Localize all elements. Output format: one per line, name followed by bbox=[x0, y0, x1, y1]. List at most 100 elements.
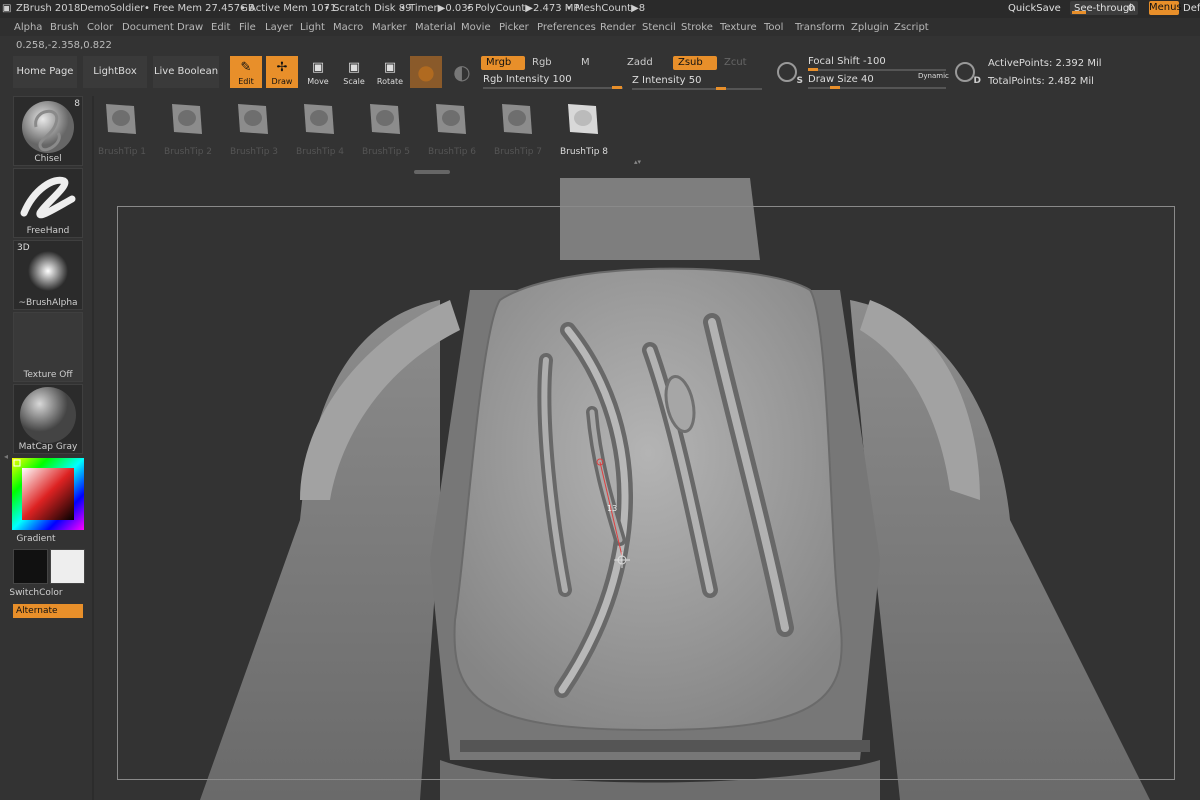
menu-material[interactable]: Material bbox=[415, 22, 456, 33]
zcut-toggle[interactable]: Zcut bbox=[719, 56, 752, 70]
menu-transform[interactable]: Transform bbox=[795, 22, 845, 33]
menu-brush[interactable]: Brush bbox=[50, 22, 79, 33]
move-button[interactable]: ▣ Move bbox=[302, 56, 334, 88]
menu-picker[interactable]: Picker bbox=[499, 22, 529, 33]
draw-size-fill bbox=[830, 86, 840, 89]
tips-expand-icon[interactable]: ▴▾ bbox=[634, 158, 641, 166]
menu-texture[interactable]: Texture bbox=[720, 22, 757, 33]
brush-tip-5[interactable] bbox=[366, 100, 402, 136]
menu-file[interactable]: File bbox=[239, 22, 256, 33]
tips-scroll-handle[interactable] bbox=[414, 170, 450, 174]
alpha-3d-label: 3D bbox=[17, 243, 30, 253]
material-sphere-icon: ● bbox=[417, 60, 435, 84]
menu-light[interactable]: Light bbox=[300, 22, 325, 33]
menu-zscript[interactable]: Zscript bbox=[894, 22, 929, 33]
secondary-color-swatch[interactable] bbox=[50, 549, 85, 584]
color-picker-icon bbox=[12, 458, 84, 530]
brush-tip-6[interactable] bbox=[432, 100, 468, 136]
menu-marker[interactable]: Marker bbox=[372, 22, 407, 33]
tray-collapse-icon[interactable]: ◂ bbox=[4, 452, 8, 461]
brush-tip-8[interactable] bbox=[564, 100, 600, 136]
brush-label: Chisel bbox=[34, 154, 62, 164]
rotate-icon: ▣ bbox=[383, 60, 397, 75]
brush-tip-label: BrushTip 3 bbox=[230, 147, 278, 157]
live-boolean-button[interactable]: Live Boolean bbox=[153, 56, 219, 88]
lightbox-button[interactable]: LightBox bbox=[83, 56, 147, 88]
see-through-slider[interactable]: See-through 0 bbox=[1070, 1, 1138, 15]
edit-button[interactable]: ✎ Edit bbox=[230, 56, 262, 88]
brush-tip-label: BrushTip 7 bbox=[494, 147, 542, 157]
z-intensity-slider[interactable]: Z Intensity 50 bbox=[632, 75, 701, 86]
draw-icon: ✢ bbox=[276, 60, 288, 75]
brush-tip-icon bbox=[568, 104, 598, 134]
material-label: MatCap Gray bbox=[18, 442, 78, 452]
freehand-stroke-icon bbox=[20, 176, 76, 219]
menu-render[interactable]: Render bbox=[600, 22, 636, 33]
scale-label: Scale bbox=[343, 77, 365, 86]
dynamic-toggle[interactable]: Dynamic bbox=[918, 72, 949, 80]
color-sphere-button[interactable]: ◐ bbox=[446, 56, 478, 88]
gradient-label[interactable]: Gradient bbox=[0, 534, 78, 544]
title-bar: ▣ ZBrush 2018 DemoSoldier • Free Mem 27.… bbox=[0, 0, 1200, 18]
brush-tip-1[interactable] bbox=[102, 100, 138, 136]
menu-bar: Alpha Brush Color Document Draw Edit File Layer… bbox=[0, 18, 1200, 36]
focal-shift-slider[interactable]: Focal Shift -100 bbox=[808, 56, 886, 67]
menus-button[interactable]: Menus bbox=[1149, 1, 1182, 15]
menu-color[interactable]: Color bbox=[87, 22, 113, 33]
color-picker[interactable] bbox=[12, 458, 84, 530]
menu-layer[interactable]: Layer bbox=[265, 22, 293, 33]
menu-edit[interactable]: Edit bbox=[211, 22, 230, 33]
focal-shift-track bbox=[808, 69, 946, 71]
rotate-button[interactable]: ▣ Rotate bbox=[374, 56, 406, 88]
brush-tip-3[interactable] bbox=[234, 100, 270, 136]
menu-stencil[interactable]: Stencil bbox=[642, 22, 676, 33]
switch-color-button[interactable]: SwitchColor bbox=[0, 588, 78, 598]
rgb-intensity-slider[interactable]: Rgb Intensity 100 bbox=[483, 74, 572, 85]
mrgb-toggle[interactable]: Mrgb bbox=[481, 56, 525, 70]
left-tray-divider bbox=[92, 96, 94, 800]
draw-label: Draw bbox=[271, 77, 293, 86]
quicksave-button[interactable]: QuickSave bbox=[1008, 3, 1061, 14]
menu-preferences[interactable]: Preferences bbox=[537, 22, 596, 33]
zsub-toggle[interactable]: Zsub bbox=[673, 56, 717, 70]
draw-size-slider[interactable]: Draw Size 40 bbox=[808, 74, 874, 85]
brush-tip-2[interactable] bbox=[168, 100, 204, 136]
menu-stroke[interactable]: Stroke bbox=[681, 22, 713, 33]
home-page-button[interactable]: Home Page bbox=[13, 56, 77, 88]
zadd-toggle[interactable]: Zadd bbox=[622, 56, 658, 70]
move-icon: ▣ bbox=[311, 60, 325, 75]
sculptris-pro-icon[interactable]: S bbox=[777, 62, 803, 86]
scale-button[interactable]: ▣ Scale bbox=[338, 56, 370, 88]
z-intensity-track bbox=[632, 88, 762, 90]
dynamesh-icon[interactable]: D bbox=[955, 62, 981, 86]
stroke-label: FreeHand bbox=[26, 226, 70, 236]
brush-tip-icon bbox=[304, 104, 334, 134]
main-color-swatch[interactable] bbox=[13, 549, 48, 584]
menu-movie[interactable]: Movie bbox=[461, 22, 491, 33]
d-label: D bbox=[973, 76, 981, 86]
default-script-label[interactable]: Def bbox=[1183, 3, 1200, 14]
rgb-intensity-track bbox=[483, 87, 623, 89]
menu-document[interactable]: Document bbox=[122, 22, 174, 33]
rgb-intensity-fill bbox=[612, 86, 622, 89]
draw-button[interactable]: ✢ Draw bbox=[266, 56, 298, 88]
app-title: ZBrush 2018 bbox=[16, 3, 81, 14]
menu-alpha[interactable]: Alpha bbox=[14, 22, 42, 33]
material-swatch-button[interactable]: ● bbox=[410, 56, 442, 88]
alternate-button[interactable]: Alternate bbox=[13, 604, 83, 618]
menu-tool[interactable]: Tool bbox=[764, 22, 783, 33]
brush-tip-7[interactable] bbox=[498, 100, 534, 136]
brush-tip-label: BrushTip 8 bbox=[560, 147, 608, 157]
brush-tip-4[interactable] bbox=[300, 100, 336, 136]
menu-zplugin[interactable]: Zplugin bbox=[851, 22, 889, 33]
app-icon: ▣ bbox=[2, 3, 12, 14]
menu-draw[interactable]: Draw bbox=[177, 22, 203, 33]
document-frame bbox=[117, 206, 1175, 780]
menu-macro[interactable]: Macro bbox=[333, 22, 363, 33]
z-intensity-fill bbox=[716, 87, 726, 90]
active-points: ActivePoints: 2.392 Mil bbox=[988, 58, 1102, 69]
m-toggle[interactable]: M bbox=[576, 56, 595, 70]
move-label: Move bbox=[307, 77, 329, 86]
brush-tip-label: BrushTip 2 bbox=[164, 147, 212, 157]
rgb-toggle[interactable]: Rgb bbox=[527, 56, 557, 70]
